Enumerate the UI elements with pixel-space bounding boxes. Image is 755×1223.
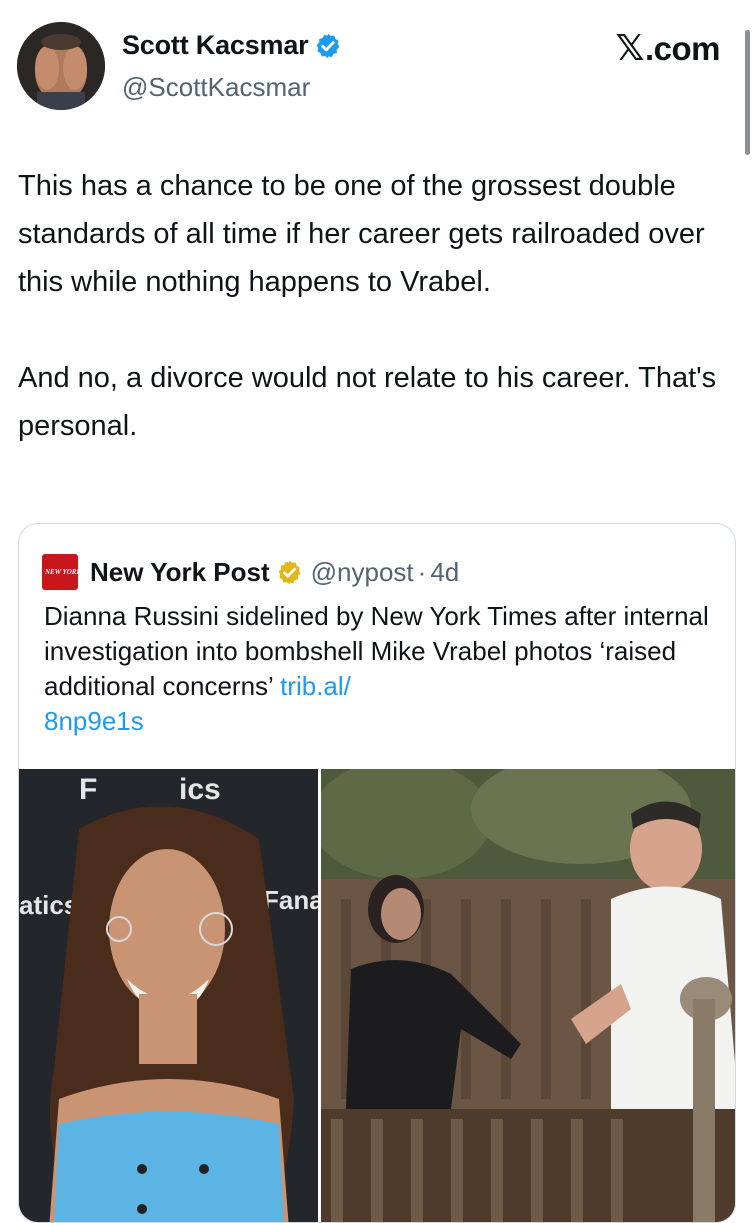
x-logo-icon: 𝕏	[615, 28, 644, 69]
backdrop-text-3: atics	[19, 890, 78, 920]
backdrop-text-4: Fana	[263, 885, 318, 915]
quoted-tweet-body: Dianna Russini sidelined by New York Tim…	[44, 601, 709, 701]
author-name-row: Scott Kacsmar	[122, 30, 342, 61]
quoted-tweet-card[interactable]: NEW YORK POST New York Post @nypost · 4d…	[18, 523, 736, 1223]
author-display-name[interactable]: Scott Kacsmar	[122, 30, 309, 61]
avatar[interactable]	[17, 22, 105, 110]
backdrop-text-1: F	[79, 773, 97, 806]
scrollbar[interactable]	[745, 30, 750, 155]
quoted-tweet-header: NEW YORK POST New York Post @nypost · 4d	[42, 554, 459, 590]
separator-dot: ·	[417, 556, 427, 587]
candid-photo	[321, 769, 735, 1222]
backdrop-text-2: ics	[179, 773, 221, 806]
media-image-right[interactable]	[321, 769, 735, 1222]
media-image-left[interactable]: F ics atics Fana	[19, 769, 318, 1222]
nypost-logo-icon: NEW YORK POST	[42, 554, 101, 590]
portrait-photo: F ics atics Fana	[19, 769, 318, 1222]
avatar-image	[17, 22, 105, 110]
tweet-header: Scott Kacsmar @ScottKacsmar 𝕏 .com	[0, 0, 755, 155]
tweet-text: This has a chance to be one of the gross…	[18, 170, 717, 442]
quoted-tweet-text: Dianna Russini sidelined by New York Tim…	[44, 599, 719, 739]
nypost-logo-text: NEW YORK POST	[45, 567, 101, 576]
x-brand: 𝕏 .com	[615, 28, 720, 69]
gold-verified-badge-icon	[278, 560, 301, 584]
author-handle[interactable]: @ScottKacsmar	[122, 72, 310, 103]
quoted-author-handle[interactable]: @nypost	[311, 557, 414, 588]
quoted-author-name[interactable]: New York Post	[90, 557, 270, 588]
brand-domain: .com	[644, 29, 721, 67]
verified-badge-icon	[317, 33, 340, 58]
quoted-timestamp[interactable]: 4d	[430, 557, 459, 588]
